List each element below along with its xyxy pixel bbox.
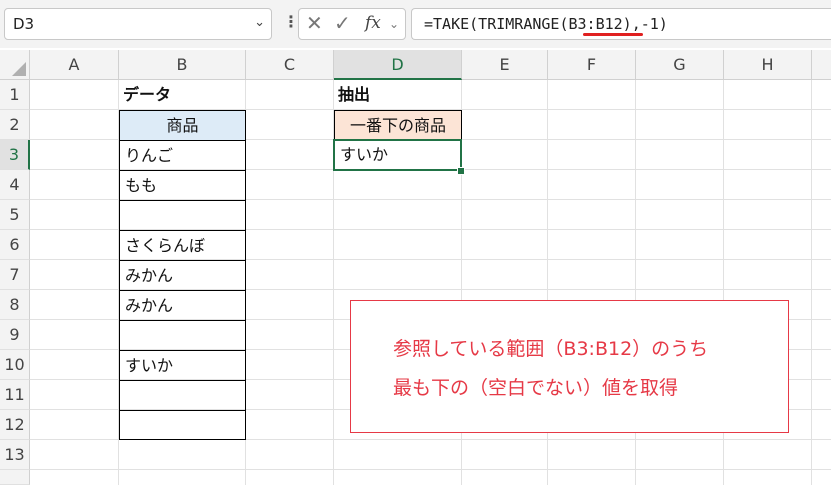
cell-b7[interactable]: みかん xyxy=(119,260,246,291)
cell-b4[interactable]: もも xyxy=(119,170,246,201)
cell-b6[interactable]: さくらんぼ xyxy=(119,230,246,261)
cell-b8[interactable]: みかん xyxy=(119,290,246,321)
x-icon[interactable]: ✕ xyxy=(306,11,323,35)
formula-bar-area: D3 ⌄ ⋮ ✕ ✓ fx ⌄ =TAKE(TRIMRANGE(B3:B12),… xyxy=(0,0,831,48)
name-box[interactable]: D3 ⌄ xyxy=(4,8,272,40)
fill-handle[interactable] xyxy=(457,167,465,175)
column-header-partial xyxy=(812,50,831,80)
check-icon[interactable]: ✓ xyxy=(334,11,351,35)
name-box-value: D3 xyxy=(13,15,35,33)
select-all-corner[interactable] xyxy=(0,50,30,80)
row-header-9[interactable]: 9 xyxy=(0,320,30,350)
cell-b9[interactable] xyxy=(119,320,246,351)
annotation-line-1: 参照している範囲（B3:B12）のうち xyxy=(393,338,709,360)
chevron-down-icon[interactable]: ⌄ xyxy=(254,15,265,30)
chevron-down-icon[interactable]: ⌄ xyxy=(389,17,399,31)
cell-b11[interactable] xyxy=(119,380,246,411)
range-underline xyxy=(583,33,643,36)
row-header-8[interactable]: 8 xyxy=(0,290,30,320)
row-header-5[interactable]: 5 xyxy=(0,200,30,230)
row-header-11[interactable]: 11 xyxy=(0,380,30,410)
column-header-b[interactable]: B xyxy=(119,50,246,80)
column-header-g[interactable]: G xyxy=(636,50,724,80)
column-header-h[interactable]: H xyxy=(724,50,812,80)
cell-b1[interactable]: データ xyxy=(119,80,246,110)
row-header-6[interactable]: 6 xyxy=(0,230,30,260)
cell-b12[interactable] xyxy=(119,410,246,440)
gridline xyxy=(30,469,831,470)
column-header-c[interactable]: C xyxy=(246,50,334,80)
row-header-3[interactable]: 3 xyxy=(0,140,30,170)
formula-text: =TAKE(TRIMRANGE(B3:B12),-1) xyxy=(424,15,668,33)
more-options-icon[interactable]: ⋮ xyxy=(283,12,299,31)
fx-button[interactable]: fx xyxy=(365,13,381,33)
cell-d2[interactable]: 一番下の商品 xyxy=(334,110,462,141)
row-header-partial xyxy=(0,470,30,485)
column-header-d[interactable]: D xyxy=(334,50,462,80)
row-header-4[interactable]: 4 xyxy=(0,170,30,200)
cell-b10[interactable]: すいか xyxy=(119,350,246,381)
cell-b5[interactable] xyxy=(119,200,246,231)
row-header-13[interactable]: 13 xyxy=(0,440,30,470)
row-header-12[interactable]: 12 xyxy=(0,410,30,440)
formula-controls: ✕ ✓ fx ⌄ xyxy=(298,8,406,40)
cell-d1[interactable]: 抽出 xyxy=(334,80,462,110)
cell-b3[interactable]: りんご xyxy=(119,140,246,171)
annotation-box: 参照している範囲（B3:B12）のうち 最も下の（空白でない）値を取得 xyxy=(350,300,789,433)
row-header-1[interactable]: 1 xyxy=(0,80,30,110)
row-header-7[interactable]: 7 xyxy=(0,260,30,290)
cell-d3-active[interactable]: すいか xyxy=(333,139,462,171)
row-header-2[interactable]: 2 xyxy=(0,110,30,140)
column-header-e[interactable]: E xyxy=(462,50,548,80)
column-header-a[interactable]: A xyxy=(30,50,119,80)
annotation-line-2: 最も下の（空白でない）値を取得 xyxy=(393,377,679,399)
column-header-f[interactable]: F xyxy=(548,50,636,80)
cell-b2[interactable]: 商品 xyxy=(119,110,246,141)
row-header-10[interactable]: 10 xyxy=(0,350,30,380)
gridline xyxy=(811,80,812,485)
